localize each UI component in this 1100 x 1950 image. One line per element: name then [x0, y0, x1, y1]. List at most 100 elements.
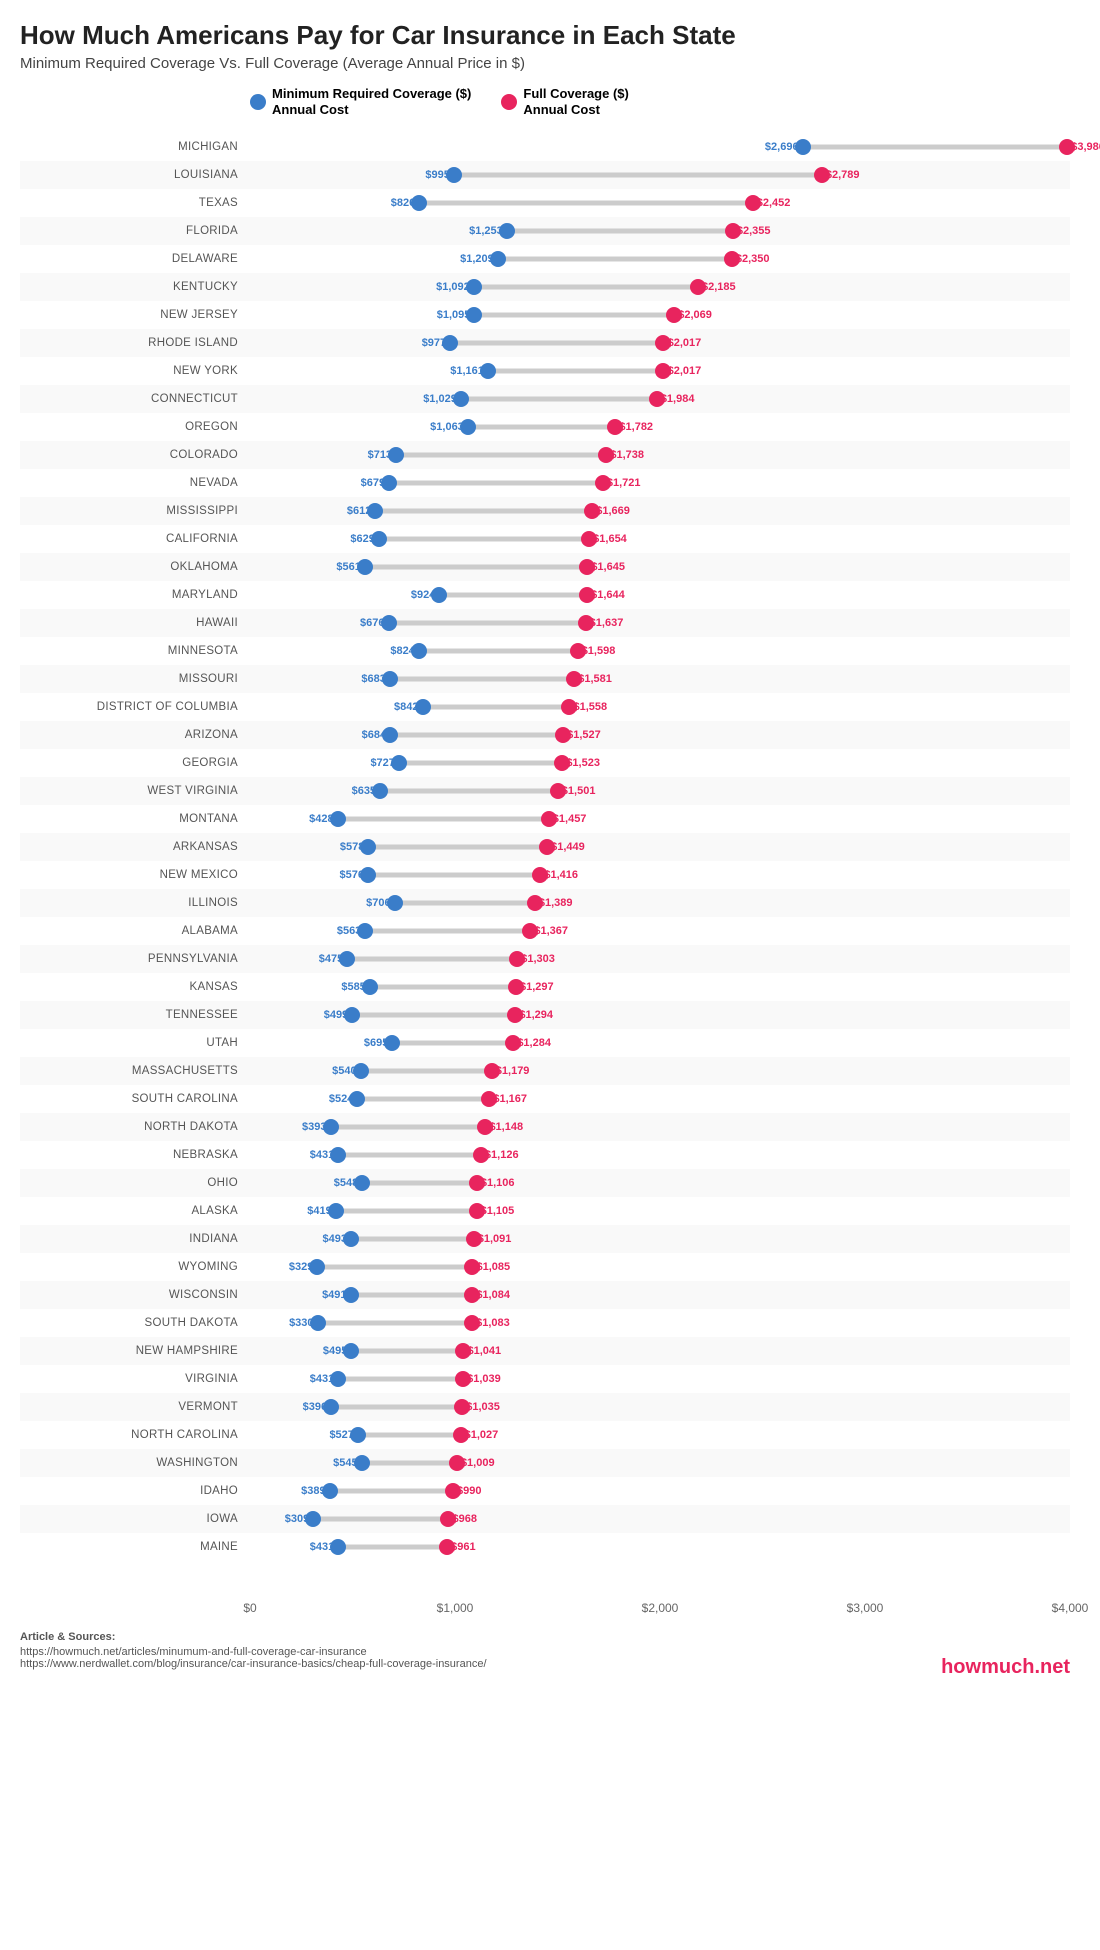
full-coverage-value: $1,581 [578, 673, 612, 685]
bar-track [419, 201, 752, 206]
min-coverage-dot [310, 1315, 326, 1331]
table-row: KENTUCKY$1,092$2,185 [20, 273, 1070, 301]
state-label: NEVADA [20, 477, 250, 489]
bar-track [450, 341, 663, 346]
min-coverage-dot [360, 867, 376, 883]
min-coverage-dot [330, 1147, 346, 1163]
bar-track [803, 145, 1067, 150]
state-label: WEST VIRGINIA [20, 785, 250, 797]
bar-track [468, 425, 615, 430]
full-coverage-dot [481, 1091, 497, 1107]
min-coverage-value: $2,696 [765, 141, 799, 153]
bar-track [389, 621, 586, 626]
full-coverage-value: $1,009 [461, 1457, 495, 1469]
full-coverage-value: $1,527 [567, 729, 601, 741]
bar-section: $561$1,645 [250, 553, 1070, 581]
table-row: WISCONSIN$491$1,084 [20, 1281, 1070, 1309]
min-coverage-dot [384, 1035, 400, 1051]
table-row: MISSOURI$683$1,581 [20, 665, 1070, 693]
table-row: WEST VIRGINIA$635$1,501 [20, 777, 1070, 805]
min-coverage-dot [353, 1063, 369, 1079]
full-coverage-dot [550, 783, 566, 799]
x-axis-label: $2,000 [642, 1601, 679, 1615]
bar-section: $578$1,449 [250, 833, 1070, 861]
bar-section: $1,063$1,782 [250, 413, 1070, 441]
full-coverage-value: $2,017 [668, 365, 702, 377]
bar-section: $330$1,083 [250, 1309, 1070, 1337]
min-coverage-dot [371, 531, 387, 547]
state-label: NEW HAMPSHIRE [20, 1345, 250, 1357]
full-coverage-value: $1,669 [596, 505, 630, 517]
min-coverage-value: $1,092 [436, 281, 470, 293]
bar-track [338, 817, 549, 822]
bar-section: $540$1,179 [250, 1057, 1070, 1085]
table-row: INDIANA$493$1,091 [20, 1225, 1070, 1253]
min-coverage-dot [323, 1399, 339, 1415]
full-coverage-value: $1,644 [591, 589, 625, 601]
table-row: NEW JERSEY$1,095$2,069 [20, 301, 1070, 329]
full-coverage-value: $2,789 [826, 169, 860, 181]
bar-track [338, 1377, 463, 1382]
full-coverage-value: $1,984 [661, 393, 695, 405]
min-coverage-dot [323, 1119, 339, 1135]
full-coverage-value: $1,501 [562, 785, 596, 797]
table-row: HAWAII$676$1,637 [20, 609, 1070, 637]
x-axis-labels: $0$1,000$2,000$3,000$4,000 [250, 1601, 1070, 1621]
bar-section: $679$1,721 [250, 469, 1070, 497]
state-label: MASSACHUSETTS [20, 1065, 250, 1077]
full-coverage-value: $1,637 [590, 617, 624, 629]
full-coverage-dot [1059, 139, 1075, 155]
bar-section: $524$1,167 [250, 1085, 1070, 1113]
state-label: NEW MEXICO [20, 869, 250, 881]
full-coverage-value: $1,105 [481, 1205, 515, 1217]
chart-area: MICHIGAN$2,696$3,986LOUISIANA$995$2,789T… [20, 133, 1070, 1597]
bar-track [361, 1069, 492, 1074]
min-coverage-dot [415, 699, 431, 715]
state-label: TEXAS [20, 197, 250, 209]
full-coverage-value: $3,986 [1071, 141, 1100, 153]
min-coverage-dot [466, 279, 482, 295]
full-coverage-dot [527, 895, 543, 911]
bar-section: $824$1,598 [250, 637, 1070, 665]
bar-section: $548$1,106 [250, 1169, 1070, 1197]
bar-section: $727$1,523 [250, 749, 1070, 777]
full-coverage-dot [579, 587, 595, 603]
min-coverage-value: $1,063 [430, 421, 464, 433]
min-coverage-dot [442, 335, 458, 351]
state-label: MISSISSIPPI [20, 505, 250, 517]
bar-section: $2,696$3,986 [250, 133, 1070, 161]
state-label: MONTANA [20, 813, 250, 825]
bar-track [338, 1545, 447, 1550]
table-row: CALIFORNIA$629$1,654 [20, 525, 1070, 553]
bar-track [399, 761, 562, 766]
state-label: OREGON [20, 421, 250, 433]
full-coverage-dot [566, 671, 582, 687]
bar-track [336, 1209, 477, 1214]
state-label: NORTH DAKOTA [20, 1121, 250, 1133]
full-coverage-dot [584, 503, 600, 519]
table-row: MICHIGAN$2,696$3,986 [20, 133, 1070, 161]
full-coverage-dot [455, 1371, 471, 1387]
full-coverage-dot [655, 335, 671, 351]
min-coverage-dot [350, 1427, 366, 1443]
table-row: OHIO$548$1,106 [20, 1169, 1070, 1197]
full-coverage-dot [814, 167, 830, 183]
full-coverage-dot [554, 755, 570, 771]
table-row: MARYLAND$924$1,644 [20, 581, 1070, 609]
bar-section: $396$1,035 [250, 1393, 1070, 1421]
main-container: How Much Americans Pay for Car Insurance… [0, 0, 1100, 1699]
table-row: ARIZONA$684$1,527 [20, 721, 1070, 749]
bar-track [317, 1265, 472, 1270]
table-row: IOWA$309$968 [20, 1505, 1070, 1533]
min-coverage-dot [330, 1371, 346, 1387]
full-coverage-value: $1,598 [582, 645, 616, 657]
state-label: FLORIDA [20, 225, 250, 237]
bar-track [362, 1461, 457, 1466]
state-label: ARKANSAS [20, 841, 250, 853]
min-coverage-dot [431, 587, 447, 603]
min-coverage-dot [372, 783, 388, 799]
min-coverage-dot [381, 615, 397, 631]
bar-track [392, 1041, 513, 1046]
bar-section: $431$1,126 [250, 1141, 1070, 1169]
bar-section: $842$1,558 [250, 693, 1070, 721]
